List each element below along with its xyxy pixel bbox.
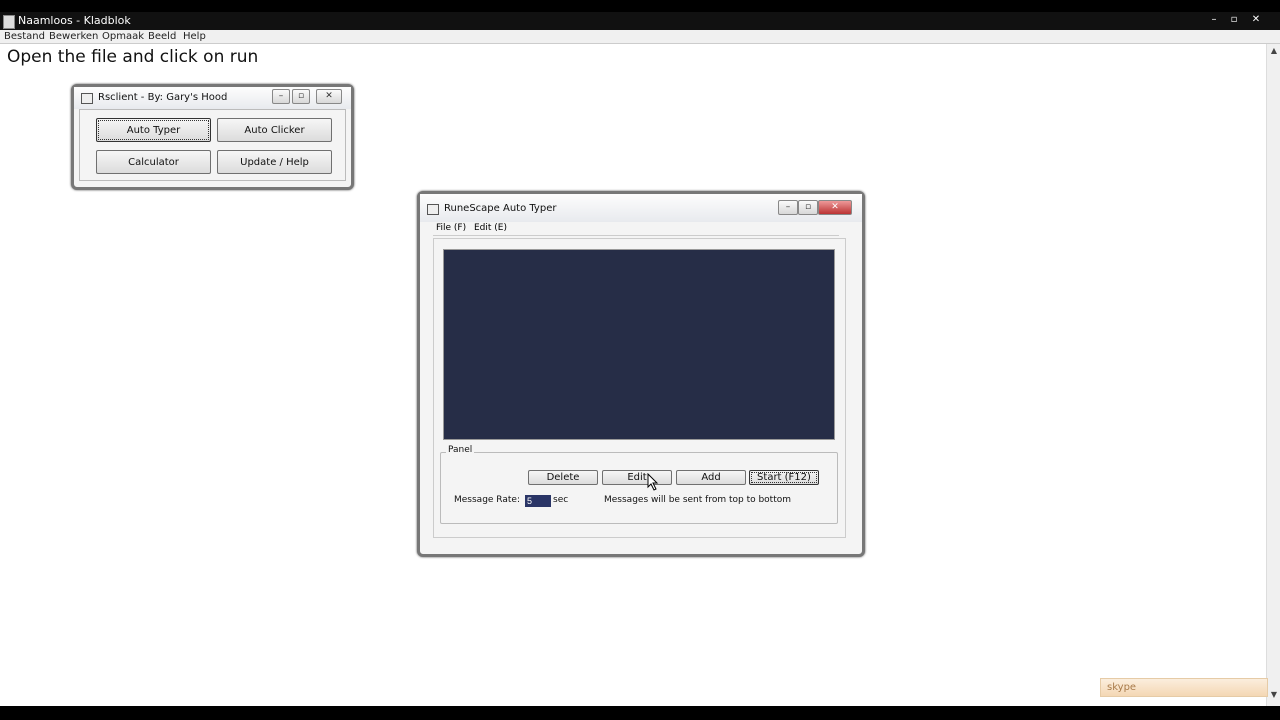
- autotyper-window-icon: [427, 204, 439, 215]
- menu-bewerken[interactable]: Bewerken: [49, 30, 98, 43]
- auto-typer-button[interactable]: Auto Typer: [96, 118, 211, 142]
- autotyper-titlebar: RuneScape Auto Typer – ▫ ✕: [420, 194, 862, 222]
- notepad-minimize-button[interactable]: –: [1206, 14, 1222, 26]
- scroll-down-arrow-icon[interactable]: ▼: [1269, 690, 1279, 702]
- autotyper-menubar: File (F) Edit (E): [433, 223, 839, 236]
- message-list[interactable]: [443, 249, 835, 440]
- message-rate-input[interactable]: [525, 495, 551, 507]
- rsclient-close-button[interactable]: ✕: [316, 89, 342, 104]
- add-button[interactable]: Add: [676, 470, 746, 485]
- delete-button[interactable]: Delete: [528, 470, 598, 485]
- message-rate-label: Message Rate:: [454, 495, 520, 505]
- autotyper-title: RuneScape Auto Typer: [444, 203, 557, 214]
- rsclient-maximize-button[interactable]: ▫: [292, 89, 310, 104]
- notepad-icon: [3, 15, 15, 29]
- rsclient-window-icon: [81, 93, 93, 104]
- notepad-menubar: Bestand Bewerken Opmaak Beeld Help: [0, 30, 1280, 44]
- taskbar-edge: [0, 706, 1280, 720]
- rsclient-button-panel: Auto Typer Auto Clicker Calculator Updat…: [79, 109, 346, 181]
- notepad-vertical-scrollbar[interactable]: ▲ ▼: [1266, 44, 1280, 706]
- auto-clicker-button[interactable]: Auto Clicker: [217, 118, 332, 142]
- notepad-maximize-button[interactable]: ▫: [1226, 14, 1242, 26]
- scroll-up-arrow-icon[interactable]: ▲: [1269, 46, 1279, 58]
- notepad-body-text: Open the file and click on run: [7, 47, 259, 67]
- message-order-info: Messages will be sent from top to bottom: [604, 495, 792, 505]
- autotyper-close-button[interactable]: ✕: [818, 200, 852, 215]
- skype-notification[interactable]: skype: [1100, 678, 1268, 697]
- notepad-close-button[interactable]: ✕: [1248, 14, 1264, 26]
- rsclient-title: Rsclient - By: Gary's Hood: [98, 92, 228, 103]
- panel-label: Panel: [446, 445, 475, 455]
- menu-edit[interactable]: Edit (E): [474, 223, 507, 233]
- autotyper-minimize-button[interactable]: –: [778, 200, 798, 215]
- start-button[interactable]: Start (F12): [749, 470, 819, 485]
- menu-beeld[interactable]: Beeld: [148, 30, 176, 43]
- mouse-cursor-icon: [647, 473, 659, 491]
- rsclient-window: Rsclient - By: Gary's Hood – ▫ ✕ Auto Ty…: [71, 84, 354, 190]
- edit-button[interactable]: Edit: [602, 470, 672, 485]
- notepad-title: Naamloos - Kladblok: [18, 14, 131, 27]
- menu-help[interactable]: Help: [183, 30, 206, 43]
- message-rate-unit: sec: [553, 495, 569, 505]
- rsclient-minimize-button[interactable]: –: [272, 89, 290, 104]
- calculator-button[interactable]: Calculator: [96, 150, 211, 174]
- control-panel: Panel Delete Edit Add Start (F12) Messag…: [440, 445, 838, 524]
- autotyper-maximize-button[interactable]: ▫: [798, 200, 818, 215]
- notepad-titlebar: Naamloos - Kladblok – ▫ ✕: [0, 12, 1280, 30]
- menu-bestand[interactable]: Bestand: [4, 30, 45, 43]
- rsclient-titlebar: Rsclient - By: Gary's Hood – ▫ ✕: [74, 87, 351, 109]
- skype-text: skype: [1107, 682, 1137, 693]
- update-help-button[interactable]: Update / Help: [217, 150, 332, 174]
- menu-opmaak[interactable]: Opmaak: [102, 30, 144, 43]
- autotyper-window: RuneScape Auto Typer – ▫ ✕ File (F) Edit…: [417, 191, 865, 557]
- menu-file[interactable]: File (F): [436, 223, 466, 233]
